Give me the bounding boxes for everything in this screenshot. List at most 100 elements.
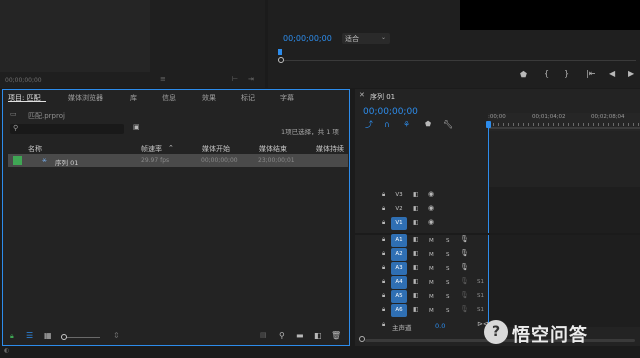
step-back-icon[interactable]: ◀ bbox=[609, 70, 615, 78]
microphone-icon[interactable]: 🎙︎ bbox=[460, 264, 469, 271]
mute-button[interactable]: M bbox=[429, 294, 434, 300]
tab-libraries[interactable]: 库 bbox=[130, 93, 137, 103]
track-target-a3[interactable]: A3 bbox=[391, 262, 407, 275]
mark-in-icon[interactable]: { bbox=[544, 70, 549, 78]
track-target-a1[interactable]: A1 bbox=[391, 234, 407, 247]
sort-icons-icon[interactable]: ⇕ bbox=[113, 332, 120, 340]
linked-selection-icon[interactable]: ⚘ bbox=[403, 121, 410, 129]
sync-lock-icon[interactable]: ◧ bbox=[413, 265, 419, 271]
mute-button[interactable]: M bbox=[429, 266, 434, 272]
mute-button[interactable]: M bbox=[429, 308, 434, 314]
sync-lock-icon[interactable]: ◧ bbox=[413, 237, 419, 243]
tab-media-browser[interactable]: 媒体浏览器 bbox=[68, 93, 103, 103]
track-lock-icon[interactable]: 🔒︎ bbox=[382, 251, 385, 257]
work-area-bar[interactable] bbox=[488, 127, 640, 129]
list-view-icon[interactable]: ☰ bbox=[26, 332, 33, 340]
track-target-a5[interactable]: A5 bbox=[391, 290, 407, 303]
icon-view-icon[interactable]: ▦ bbox=[44, 332, 52, 340]
program-timecode[interactable]: 00;00;00;00 bbox=[283, 34, 332, 43]
eye-icon[interactable]: ◉ bbox=[428, 219, 434, 226]
search-input[interactable]: ⚲ bbox=[10, 124, 124, 134]
timeline-timecode[interactable]: 00;00;00;00 bbox=[363, 107, 418, 117]
sync-lock-icon[interactable]: ◧ bbox=[413, 279, 419, 285]
nest-icon[interactable]: ⤴ bbox=[365, 121, 373, 129]
track-target-a6[interactable]: A6 bbox=[391, 304, 407, 317]
new-item-icon[interactable]: ◧ bbox=[314, 332, 322, 340]
sync-lock-icon[interactable]: ◧ bbox=[413, 192, 419, 198]
column-media-start[interactable]: 媒体开始 bbox=[202, 144, 230, 154]
microphone-icon[interactable]: 🎙︎ bbox=[460, 250, 469, 257]
mute-button[interactable]: M bbox=[429, 238, 434, 244]
zoom-slider[interactable] bbox=[62, 337, 100, 338]
track-lock-icon[interactable]: 🔒︎ bbox=[382, 293, 385, 299]
column-name[interactable]: 名称 bbox=[28, 144, 42, 154]
go-to-in-icon[interactable]: |⇤ bbox=[586, 70, 595, 78]
sync-lock-icon[interactable]: ◧ bbox=[413, 307, 419, 313]
solo-button[interactable]: S bbox=[446, 252, 450, 258]
mute-button[interactable]: M bbox=[429, 280, 434, 286]
play-icon[interactable]: ▶ bbox=[628, 70, 634, 78]
eye-icon[interactable]: ◉ bbox=[428, 191, 434, 198]
master-volume-value[interactable]: 0.0 bbox=[435, 322, 445, 330]
close-tab-icon[interactable]: ✕ bbox=[359, 92, 365, 99]
tab-captions[interactable]: 字幕 bbox=[280, 93, 294, 103]
track-target-a2[interactable]: A2 bbox=[391, 248, 407, 261]
time-ruler[interactable]: :00;00 00;01;04;02 00;02;08;04 bbox=[488, 113, 640, 131]
track-target-v1[interactable]: V1 bbox=[391, 217, 407, 230]
timeline-scroll-handle[interactable] bbox=[359, 336, 365, 342]
microphone-icon[interactable]: 🎙︎ bbox=[460, 278, 469, 285]
insert-icon[interactable]: ⊢ bbox=[232, 76, 238, 83]
find-icon[interactable]: ⚲ bbox=[279, 332, 285, 340]
automate-to-sequence-icon[interactable]: ▤ bbox=[260, 332, 267, 339]
column-media-end[interactable]: 媒体结束 bbox=[259, 144, 287, 154]
add-marker-icon[interactable]: ⬟ bbox=[425, 121, 431, 128]
track-lock-icon[interactable]: 🔒︎ bbox=[382, 307, 385, 313]
microphone-icon[interactable]: 🎙︎ bbox=[460, 236, 469, 243]
sync-lock-icon[interactable]: ◧ bbox=[413, 220, 419, 226]
export-frame-icon[interactable]: ⇥ bbox=[248, 76, 254, 83]
new-bin-from-search-icon[interactable]: ▣ bbox=[133, 124, 140, 131]
track-lock-icon[interactable]: 🔒︎ bbox=[382, 265, 385, 271]
track-lock-icon[interactable]: 🔒︎ bbox=[382, 279, 385, 285]
sync-lock-icon[interactable]: ◧ bbox=[413, 293, 419, 299]
zoom-slider-handle[interactable] bbox=[61, 334, 67, 340]
marker-icon[interactable]: ⬟ bbox=[520, 71, 527, 79]
list-item[interactable]: ⚹ 序列 01 29.97 fps 00;00;00;00 23;00;00;0… bbox=[8, 154, 348, 167]
playhead-marker[interactable] bbox=[278, 49, 282, 55]
tab-info[interactable]: 信息 bbox=[162, 93, 176, 103]
new-bin-icon[interactable]: ▬ bbox=[296, 332, 304, 340]
microphone-icon[interactable]: 🎙︎ bbox=[460, 292, 469, 299]
wrench-icon[interactable]: 🔧︎ bbox=[443, 121, 453, 129]
track-lock-icon[interactable]: 🔒︎ bbox=[382, 206, 385, 212]
column-fps[interactable]: 帧速率 bbox=[141, 144, 162, 154]
microphone-icon[interactable]: 🎙︎ bbox=[460, 306, 469, 313]
sync-lock-icon[interactable]: ◧ bbox=[413, 206, 419, 212]
track-lock-icon[interactable]: 🔒︎ bbox=[382, 220, 385, 226]
scrub-bar[interactable] bbox=[280, 60, 636, 61]
track-lock-icon[interactable]: 🔒︎ bbox=[382, 192, 385, 198]
tab-effects[interactable]: 效果 bbox=[202, 93, 216, 103]
snap-icon[interactable]: ∩ bbox=[384, 121, 390, 129]
mark-out-icon[interactable]: } bbox=[564, 70, 569, 78]
sync-lock-icon[interactable]: ◧ bbox=[413, 251, 419, 257]
solo-button[interactable]: S bbox=[446, 294, 450, 300]
track-lock-icon[interactable]: 🔒︎ bbox=[382, 237, 385, 243]
solo-button[interactable]: S bbox=[446, 308, 450, 314]
trash-icon[interactable]: 🗑︎ bbox=[331, 332, 341, 340]
lock-icon[interactable]: 🔒︎ bbox=[10, 333, 14, 340]
fit-dropdown[interactable]: 适合 ⌄ bbox=[342, 33, 390, 44]
eye-icon[interactable]: ◉ bbox=[428, 205, 434, 212]
track-lock-icon[interactable]: 🔒︎ bbox=[382, 322, 385, 328]
track-target-v3[interactable]: V3 bbox=[391, 189, 407, 202]
column-media-duration[interactable]: 媒体持续 bbox=[316, 144, 344, 154]
tab-markers[interactable]: 标记 bbox=[241, 93, 255, 103]
label-color-swatch[interactable] bbox=[13, 156, 22, 165]
mute-button[interactable]: M bbox=[429, 252, 434, 258]
track-target-a4[interactable]: A4 bbox=[391, 276, 407, 289]
timeline-tab[interactable]: 序列 01 bbox=[370, 92, 395, 102]
scrub-handle[interactable] bbox=[278, 57, 284, 63]
track-target-v2[interactable]: V2 bbox=[391, 203, 407, 216]
solo-button[interactable]: S bbox=[446, 238, 450, 244]
solo-button[interactable]: S bbox=[446, 266, 450, 272]
solo-button[interactable]: S bbox=[446, 280, 450, 286]
